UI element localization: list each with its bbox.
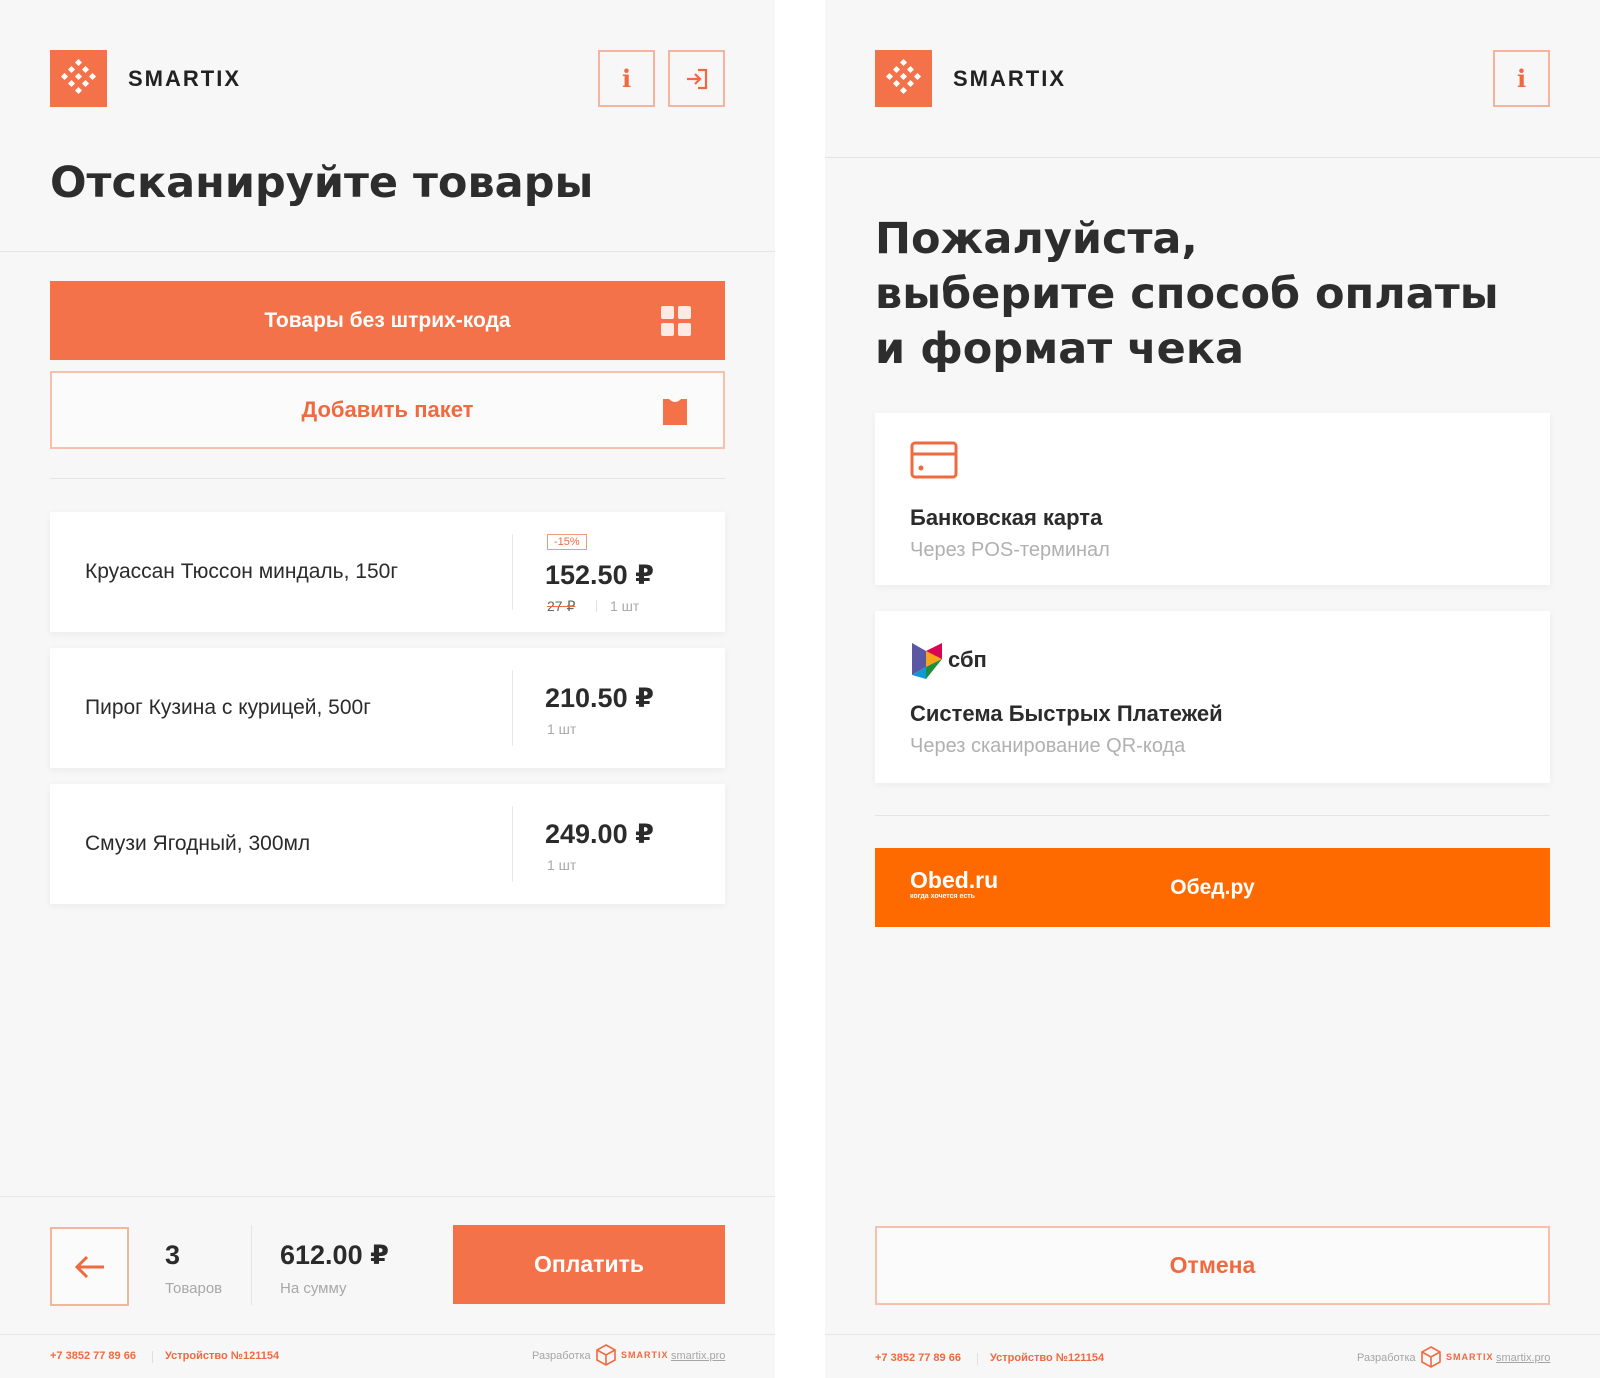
items-count-label: Товаров <box>165 1280 223 1297</box>
brand-name: SMARTIX <box>128 66 241 91</box>
options-divider <box>875 815 1550 816</box>
footer-phone: +7 3852 77 89 66 <box>875 1352 961 1364</box>
title-line: и формат чека <box>875 324 1245 374</box>
info-button[interactable]: i <box>598 50 655 107</box>
item-price: 210.50 ₽ <box>545 683 654 713</box>
cancel-label: Отмена <box>1169 1252 1256 1278</box>
items-count: 3 <box>165 1240 181 1270</box>
page-title: Отсканируйте товары <box>50 158 594 208</box>
footer-separator <box>152 1351 153 1363</box>
cart-item[interactable]: Пирог Кузина с курицей, 500г 210.50 ₽ 1 … <box>50 648 725 768</box>
scan-screen: SMARTIX i Отсканируйте товары Товары без… <box>0 0 775 1378</box>
qty-separator <box>596 600 597 612</box>
item-separator <box>512 534 513 610</box>
footer-device: Устройство №121154 <box>165 1350 280 1362</box>
item-name: Пирог Кузина с курицей, 500г <box>85 696 371 719</box>
option-title: Банковская карта <box>910 505 1103 530</box>
add-bag-label: Добавить пакет <box>301 397 474 422</box>
info-icon: i <box>621 64 632 93</box>
item-qty: 1 шт <box>547 721 577 737</box>
arrow-left-icon <box>74 1255 104 1278</box>
footer-separator <box>977 1353 978 1365</box>
logout-icon <box>686 68 707 89</box>
header-divider <box>0 251 775 252</box>
header-divider <box>825 157 1600 158</box>
sbp-option[interactable]: сбп Система Быстрых Платежей Через скани… <box>875 611 1550 783</box>
item-price: 249.00 ₽ <box>545 819 654 849</box>
item-name: Смузи Ягодный, 300мл <box>85 832 311 855</box>
sbp-logo-icon <box>912 643 942 679</box>
credit-card-icon <box>910 441 958 479</box>
footer-divider <box>0 1334 775 1335</box>
option-title: Система Быстрых Платежей <box>910 701 1223 726</box>
pay-button[interactable]: Оплатить <box>453 1225 725 1304</box>
info-icon: i <box>1516 64 1527 93</box>
item-old-price: 27 ₽ <box>547 598 576 614</box>
cart-item[interactable]: Круассан Тюссон миндаль, 150г -15% 152.5… <box>50 512 725 632</box>
obed-button[interactable]: Obed.ru когда хочется есть Обед.ру <box>875 848 1550 927</box>
footer-dev-label: Разработка <box>1357 1352 1416 1364</box>
item-qty: 1 шт <box>610 598 640 614</box>
smartix-cube-icon <box>1421 1346 1441 1368</box>
footer-brand: SMARTIX <box>1446 1352 1494 1362</box>
footer-divider <box>825 1334 1600 1335</box>
cart-item[interactable]: Смузи Ягодный, 300мл 249.00 ₽ 1 шт <box>50 784 725 904</box>
no-barcode-label: Товары без штрих-кода <box>264 308 511 332</box>
payment-screen: SMARTIX i Пожалуйста, выберите способ оп… <box>825 0 1600 1378</box>
item-separator <box>512 670 513 746</box>
sbp-logo-text: сбп <box>948 647 987 672</box>
list-divider <box>50 478 725 479</box>
bottom-separator <box>251 1225 252 1305</box>
total-sum-label: На сумму <box>280 1280 347 1297</box>
footer-phone: +7 3852 77 89 66 <box>50 1350 136 1362</box>
smartix-logo-icon <box>875 50 932 107</box>
item-price: 152.50 ₽ <box>545 560 654 590</box>
option-subtitle: Через сканирование QR-кода <box>910 735 1186 757</box>
bag-icon <box>663 399 687 425</box>
back-button[interactable] <box>50 1227 129 1306</box>
footer-device: Устройство №121154 <box>990 1352 1105 1364</box>
smartix-logo-icon <box>50 50 107 107</box>
grid-icon <box>661 306 691 336</box>
total-sum: 612.00 ₽ <box>280 1240 389 1270</box>
obed-logo: Obed.ru когда хочется есть <box>910 868 998 901</box>
cancel-button[interactable]: Отмена <box>875 1226 1550 1305</box>
option-subtitle: Через POS-терминал <box>910 539 1110 561</box>
discount-badge: -15% <box>547 534 587 550</box>
item-qty: 1 шт <box>547 857 577 873</box>
obed-logo-tagline: когда хочется есть <box>910 893 975 900</box>
title-line: Пожалуйста, <box>875 214 1198 264</box>
item-separator <box>512 806 513 882</box>
no-barcode-button[interactable]: Товары без штрих-кода <box>50 281 725 360</box>
footer-site-link[interactable]: smartix.pro <box>671 1350 725 1362</box>
item-name: Круассан Тюссон миндаль, 150г <box>85 560 398 583</box>
footer-dev-label: Разработка <box>532 1350 591 1362</box>
footer-brand: SMARTIX <box>621 1350 669 1360</box>
title-line: выберите способ оплаты <box>875 269 1499 319</box>
brand-name: SMARTIX <box>953 66 1066 91</box>
obed-logo-text: Obed.ru <box>910 867 999 893</box>
pay-button-label: Оплатить <box>534 1251 644 1277</box>
bank-card-option[interactable]: Банковская карта Через POS-терминал <box>875 413 1550 585</box>
smartix-cube-icon <box>596 1344 616 1366</box>
add-bag-button[interactable]: Добавить пакет <box>50 371 725 449</box>
obed-label: Обед.ру <box>1170 875 1255 899</box>
page-title: Пожалуйста, выберите способ оплаты и фор… <box>875 212 1499 377</box>
bottom-bar-divider <box>0 1196 775 1197</box>
info-button[interactable]: i <box>1493 50 1550 107</box>
logout-button[interactable] <box>668 50 725 107</box>
footer-site-link[interactable]: smartix.pro <box>1496 1352 1550 1364</box>
